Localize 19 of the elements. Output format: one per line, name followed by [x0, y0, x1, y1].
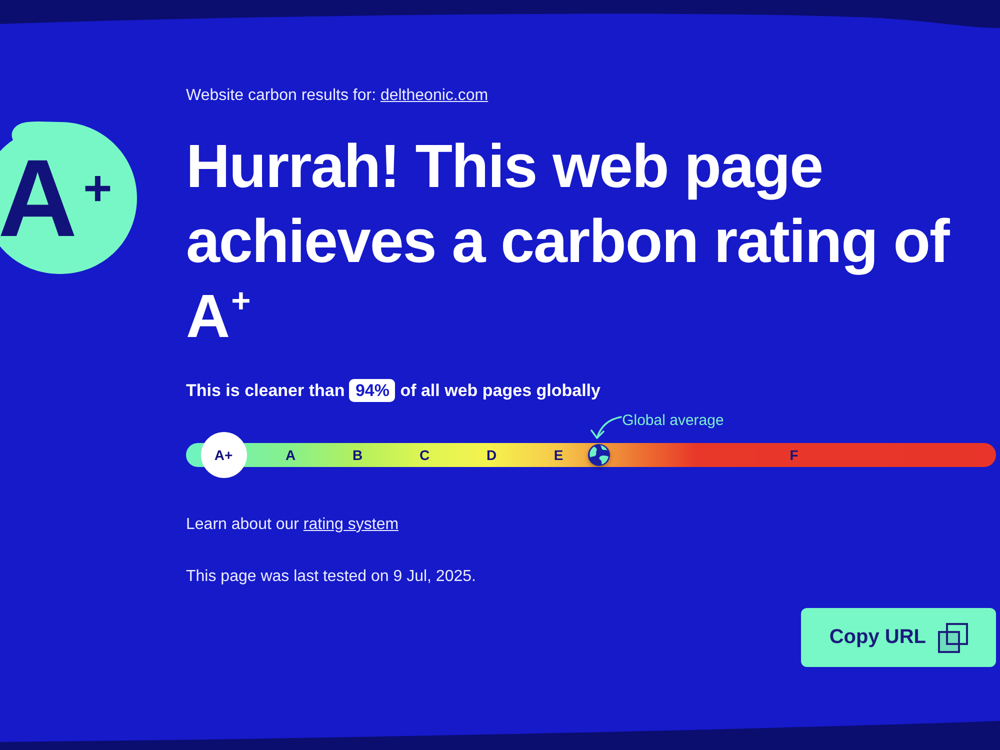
grade-label: B — [352, 446, 363, 465]
grade-label: C — [419, 446, 430, 465]
rating-system-link[interactable]: rating system — [303, 516, 399, 533]
percentile-badge: 94% — [349, 379, 396, 402]
copy-url-button[interactable]: Copy URL — [801, 608, 996, 667]
grade-label: A — [285, 446, 296, 465]
page-heading: Hurrah! This web page achieves a carbon rating of A$^{+}$ — [186, 131, 951, 352]
domain-link[interactable]: deltheonic.com — [380, 87, 488, 104]
copy-icon — [938, 622, 968, 652]
last-tested-text: This page was last tested on 9 Jul, 2025. — [186, 567, 476, 587]
grade-label: F — [790, 446, 798, 465]
results-caption: Website carbon results for: deltheonic.com — [186, 86, 488, 106]
grade-label: D — [486, 446, 497, 465]
global-average-label: Global average — [622, 412, 724, 430]
grade-badge: A$^{+}$ — [0, 120, 137, 274]
grade-label: E — [554, 446, 564, 465]
comparison-text: This is cleaner than 94% of all web pages globally — [186, 378, 600, 404]
curved-arrow-icon — [590, 415, 622, 441]
learn-more-text: Learn about our rating system — [186, 515, 399, 535]
